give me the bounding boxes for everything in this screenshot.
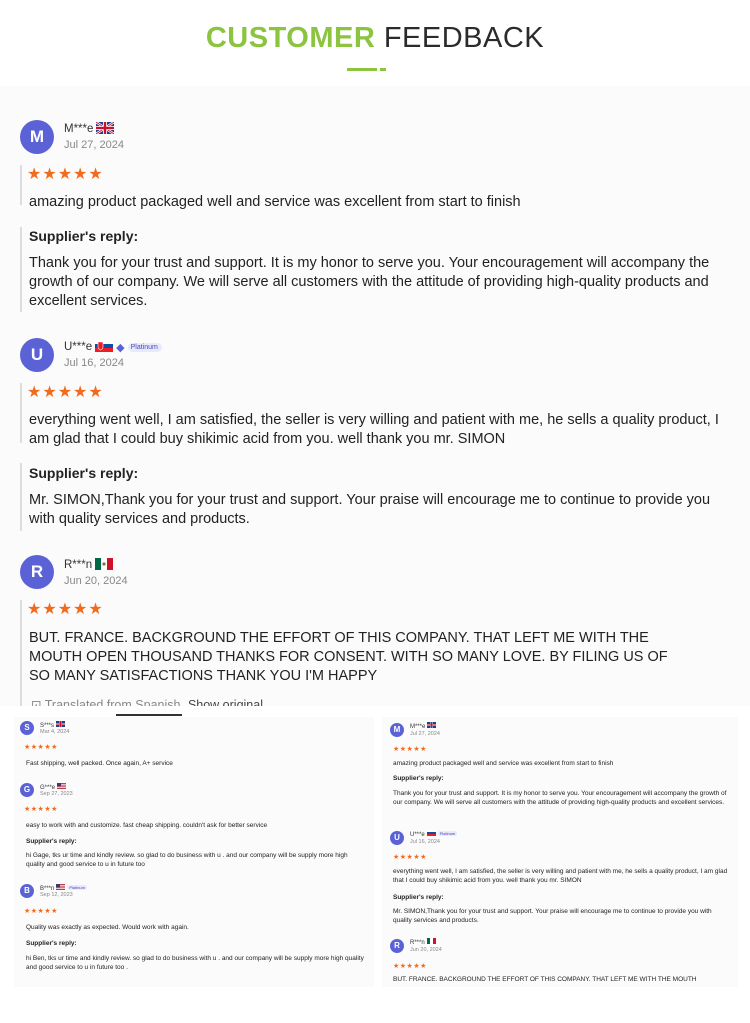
review-comment: Fast shipping, well packed. Once again, … bbox=[26, 760, 173, 767]
review-date: Jul 27, 2024 bbox=[410, 731, 440, 737]
review-date: Sep 27, 2023 bbox=[40, 791, 73, 797]
reply-heading: Supplier's reply: bbox=[26, 940, 77, 947]
page-title: CUSTOMER FEEDBACK bbox=[0, 22, 750, 55]
supplier-reply: Mr. SIMON,Thank you for your trust and s… bbox=[393, 908, 712, 924]
uk-flag-icon bbox=[56, 721, 66, 727]
star-rating: ★★★★★ bbox=[27, 601, 104, 618]
us-flag-icon bbox=[56, 884, 66, 890]
us-flag-icon bbox=[57, 783, 67, 789]
review-comment: easy to work with and customize. fast ch… bbox=[26, 822, 268, 829]
uk-flag-icon bbox=[96, 122, 115, 134]
reviewer-name-text: R***n bbox=[410, 940, 425, 946]
reply-heading: Supplier's reply: bbox=[26, 838, 77, 845]
title-accent: CUSTOMER bbox=[205, 22, 376, 54]
uk-flag-icon bbox=[427, 722, 437, 728]
divider bbox=[20, 383, 22, 443]
diamond-icon: ◆ bbox=[116, 342, 125, 354]
reviewer-name-text: U***e bbox=[410, 832, 425, 838]
avatar: M bbox=[20, 120, 54, 154]
platinum-badge: Platinum bbox=[437, 831, 458, 836]
divider bbox=[20, 165, 22, 205]
translation-note: ⊡ Translated from Spanish Show original bbox=[31, 697, 263, 706]
supplier-reply: hi Gage, tks ur time and kindly review. … bbox=[26, 852, 348, 868]
review-thumbnail-right: M M***e Jul 27, 2024 ★★★★★ amazing produ… bbox=[382, 717, 738, 987]
title-underline bbox=[347, 68, 377, 71]
reviewer-name-text: M***e bbox=[410, 724, 426, 730]
supplier-reply: hi Ben, tks ur time and kindly review. s… bbox=[26, 955, 364, 971]
review-comment: everything went well, I am satisfied, th… bbox=[29, 412, 719, 447]
title-rest: FEEDBACK bbox=[383, 22, 545, 54]
reviewer-name: S***s bbox=[40, 721, 66, 729]
divider bbox=[20, 600, 22, 706]
review-date: Jun 20, 2024 bbox=[410, 947, 442, 953]
platinum-badge: Platinum bbox=[127, 343, 162, 352]
star-rating: ★★★★★ bbox=[393, 746, 427, 753]
reviewer-name: R***n bbox=[410, 938, 436, 946]
avatar: B bbox=[20, 884, 34, 898]
review-date: Jul 16, 2024 bbox=[64, 357, 124, 369]
avatar: G bbox=[20, 783, 34, 797]
reviewer-name-text: R***n bbox=[64, 559, 93, 571]
supplier-reply: Thank you for your trust and support. It… bbox=[393, 790, 727, 806]
star-rating: ★★★★★ bbox=[393, 854, 427, 861]
review-comment: everything went well, I am satisfied, th… bbox=[393, 868, 728, 884]
platinum-badge: Platinum bbox=[67, 885, 87, 890]
translate-icon: ⊡ bbox=[31, 698, 42, 706]
star-rating: ★★★★★ bbox=[27, 166, 104, 183]
review-panel: M M***e Jul 27, 2024 ★★★★★ amazing produ… bbox=[0, 86, 750, 706]
slovakia-flag-icon bbox=[95, 340, 114, 352]
star-rating: ★★★★★ bbox=[27, 384, 104, 401]
avatar: U bbox=[390, 831, 404, 845]
show-original-link[interactable]: Show original bbox=[188, 698, 263, 706]
translated-label: Translated from Spanish bbox=[44, 698, 181, 706]
supplier-reply: Mr. SIMON,Thank you for your trust and s… bbox=[29, 492, 711, 527]
reply-heading: Supplier's reply: bbox=[29, 465, 139, 481]
review-comment: amazing product packaged well and servic… bbox=[393, 760, 614, 767]
divider bbox=[20, 463, 22, 531]
avatar: S bbox=[20, 721, 34, 735]
review-date: Jun 20, 2024 bbox=[64, 575, 128, 587]
review-thumbnail-left: S S***s Mar 4, 2024 ★★★★★ Fast shipping,… bbox=[14, 717, 374, 987]
mexico-flag-icon bbox=[426, 938, 436, 944]
review-date: Mar 4, 2024 bbox=[40, 729, 70, 735]
reviewer-name-text: M***e bbox=[64, 123, 94, 135]
avatar: R bbox=[20, 555, 54, 589]
reply-heading: Supplier's reply: bbox=[393, 894, 444, 901]
title-underline-dot bbox=[380, 68, 386, 71]
reviewer-name: U***e Platinum bbox=[410, 830, 458, 838]
review-comment: Quality was exactly as expected. Would w… bbox=[26, 924, 189, 931]
star-rating: ★★★★★ bbox=[24, 908, 58, 915]
divider bbox=[20, 227, 22, 312]
star-rating: ★★★★★ bbox=[24, 744, 58, 751]
reply-heading: Supplier's reply: bbox=[393, 775, 444, 782]
reviewer-name: G***e bbox=[40, 783, 67, 791]
reviewer-name: R***n bbox=[64, 558, 114, 571]
avatar: M bbox=[390, 723, 404, 737]
reviewer-name: B***n Platinum bbox=[40, 884, 87, 892]
review-date: Jul 16, 2024 bbox=[410, 839, 440, 845]
scroll-indicator bbox=[116, 714, 182, 716]
avatar: R bbox=[390, 939, 404, 953]
review-date: Sep 12, 2023 bbox=[40, 892, 73, 898]
review-comment: amazing product packaged well and servic… bbox=[29, 194, 521, 210]
reviewer-name: M***e bbox=[64, 122, 115, 135]
slovakia-flag-icon bbox=[426, 830, 436, 836]
review-comment: BUT. FRANCE. BACKGROUND THE EFFORT OF TH… bbox=[393, 976, 697, 983]
reviewer-name-text: U***e bbox=[64, 341, 93, 353]
supplier-reply: Thank you for your trust and support. It… bbox=[29, 255, 710, 309]
star-rating: ★★★★★ bbox=[24, 806, 58, 813]
review-date: Jul 27, 2024 bbox=[64, 139, 124, 151]
reviewer-name: U***e ◆ Platinum bbox=[64, 340, 162, 354]
avatar: U bbox=[20, 338, 54, 372]
reviewer-name: M***e bbox=[410, 722, 437, 730]
review-comment: BUT. FRANCE. BACKGROUND THE EFFORT OF TH… bbox=[29, 630, 668, 684]
reply-heading: Supplier's reply: bbox=[29, 228, 139, 244]
mexico-flag-icon bbox=[95, 558, 114, 570]
star-rating: ★★★★★ bbox=[393, 963, 427, 970]
